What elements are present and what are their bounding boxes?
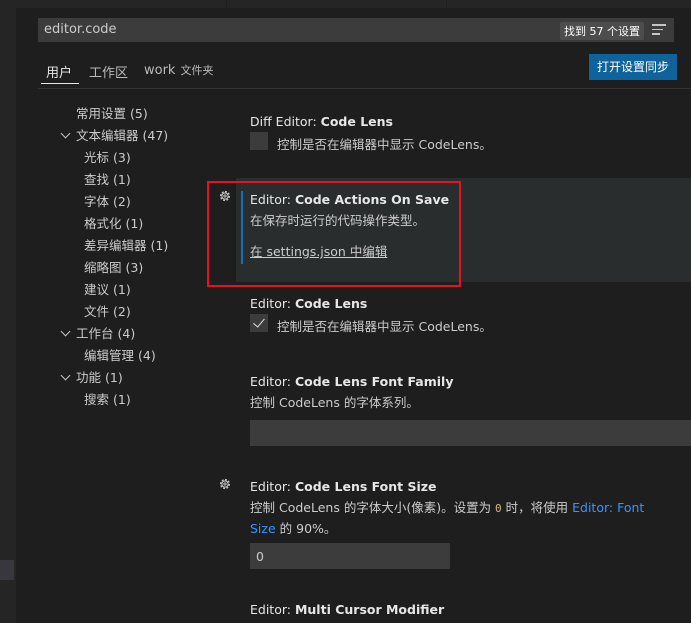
- setting-title: Diff Editor: Code Lens: [250, 114, 393, 129]
- tab-folder-sub: 文件夹: [180, 64, 214, 77]
- setting-title: Editor: Code Lens Font Family: [250, 374, 454, 389]
- code-lens-checkbox[interactable]: [250, 314, 268, 332]
- chevron-down-icon[interactable]: [60, 370, 71, 381]
- code-lens-font-size-input[interactable]: 0: [250, 543, 450, 569]
- code-lens-font-family-input[interactable]: [250, 420, 691, 446]
- toc-item-diff-editor[interactable]: 差异编辑器 (1): [84, 235, 168, 254]
- toc-item-text-editor[interactable]: 文本编辑器 (47): [60, 125, 168, 144]
- setting-description: 控制 CodeLens 的字体大小(像素)。设置为 0 时，将使用 Editor…: [250, 500, 645, 515]
- gear-icon[interactable]: [218, 477, 232, 491]
- checkbox-label: 控制是否在编辑器中显示 CodeLens。: [277, 319, 492, 334]
- input-value: 0: [256, 549, 264, 564]
- setting-code-lens-font-size: Editor: Code Lens Font Size 控制 CodeLens …: [250, 479, 645, 536]
- search-result-count: 找到 57 个设置: [560, 22, 644, 40]
- toc-item-suggestions[interactable]: 建议 (1): [84, 279, 131, 298]
- toc-item-common[interactable]: 常用设置 (5): [76, 103, 148, 122]
- toc-item-search[interactable]: 搜索 (1): [84, 389, 131, 408]
- filter-icon[interactable]: [652, 24, 666, 35]
- toc-item-minimap[interactable]: 缩略图 (3): [84, 257, 143, 276]
- checkmark-icon: [253, 315, 265, 328]
- activity-edge: [0, 0, 16, 623]
- toc-item-find[interactable]: 查找 (1): [84, 169, 131, 188]
- setting-description: 控制 CodeLens 的字体系列。: [250, 395, 419, 410]
- setting-diff-editor-code-lens: Diff Editor: Code Lens 控制是否在编辑器中显示 CodeL…: [250, 114, 492, 152]
- tab-folder-label: work: [144, 63, 176, 78]
- highlight-annotation-box: [207, 181, 461, 287]
- chevron-down-icon[interactable]: [60, 326, 71, 337]
- tab-workspace[interactable]: 工作区: [89, 62, 128, 81]
- editor-font-size-link-cont[interactable]: Size: [250, 521, 276, 536]
- settings-sync-button[interactable]: 打开设置同步: [589, 54, 677, 80]
- setting-title: Editor: Code Lens Font Size: [250, 479, 437, 494]
- toc-item-editor-management[interactable]: 编辑管理 (4): [84, 345, 156, 364]
- active-tab-indicator: [41, 83, 79, 84]
- inline-code: 0: [495, 502, 502, 515]
- setting-multi-cursor-modifier: Editor: Multi Cursor Modifier: [250, 602, 444, 617]
- editor-font-size-link[interactable]: Editor: Font: [572, 500, 644, 515]
- toc-item-features[interactable]: 功能 (1): [60, 367, 123, 386]
- edge-highlight: [0, 560, 14, 580]
- toc-item-files[interactable]: 文件 (2): [84, 301, 131, 320]
- toc-item-formatting[interactable]: 格式化 (1): [84, 213, 143, 232]
- setting-title: Editor: Multi Cursor Modifier: [250, 602, 445, 617]
- tab-folder-work[interactable]: work 文件夹: [144, 62, 213, 78]
- toc-item-font[interactable]: 字体 (2): [84, 191, 131, 210]
- checkbox-label: 控制是否在编辑器中显示 CodeLens。: [277, 137, 492, 152]
- diff-code-lens-checkbox[interactable]: [250, 132, 268, 150]
- setting-code-lens-font-family: Editor: Code Lens Font Family 控制 CodeLen…: [250, 374, 453, 411]
- editor-tabs-edge: [16, 0, 691, 8]
- toc-item-workbench[interactable]: 工作台 (4): [60, 323, 135, 342]
- search-input[interactable]: editor.code: [44, 22, 117, 37]
- chevron-down-icon[interactable]: [60, 128, 71, 139]
- settings-search-bar[interactable]: editor.code 找到 57 个设置: [38, 18, 674, 42]
- header-divider: [38, 88, 691, 89]
- setting-title: Editor: Code Lens: [250, 296, 368, 311]
- toc-item-cursor[interactable]: 光标 (3): [84, 147, 131, 166]
- setting-editor-code-lens: Editor: Code Lens 控制是否在编辑器中显示 CodeLens。: [250, 296, 492, 334]
- tab-user[interactable]: 用户: [46, 62, 72, 81]
